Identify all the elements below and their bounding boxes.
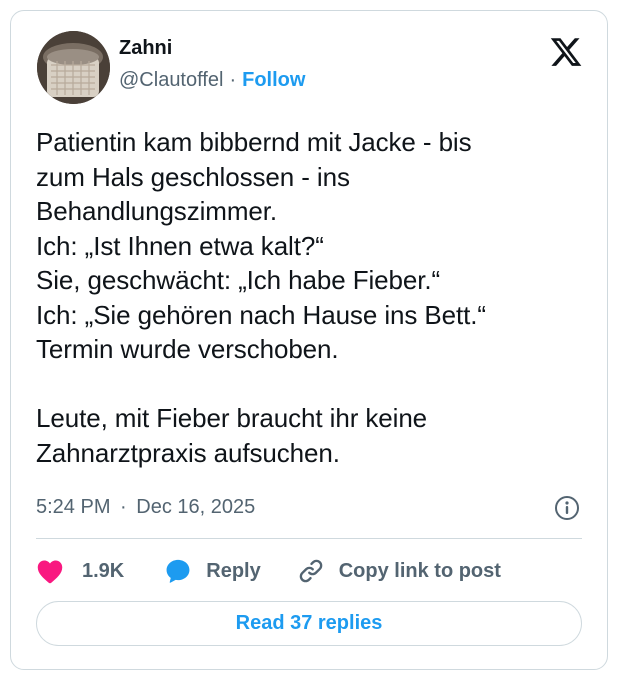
reply-button[interactable]: Reply <box>164 557 261 585</box>
divider <box>36 538 582 539</box>
copy-link-label: Copy link to post <box>338 559 501 582</box>
copy-link-button[interactable]: Copy link to post <box>297 557 501 585</box>
heart-icon <box>36 558 64 584</box>
tweet-card: Zahni @Clautoffel · Follow Patientin kam b… <box>10 10 608 670</box>
avatar[interactable] <box>37 31 110 104</box>
author-handle[interactable]: @Clautoffel <box>119 69 223 91</box>
follow-button[interactable]: Follow <box>242 69 305 91</box>
reply-label: Reply <box>206 559 261 582</box>
reply-bubble-icon <box>164 557 192 585</box>
tweet-time: 5:24 PM <box>36 496 111 518</box>
x-logo-icon[interactable] <box>549 35 583 69</box>
read-replies-button[interactable]: Read 37 replies <box>36 601 582 646</box>
tweet-text: Patientin kam bibbernd mit Jacke - bis z… <box>36 127 486 468</box>
like-button[interactable]: 1.9K <box>36 558 124 584</box>
info-icon[interactable] <box>554 495 580 521</box>
tweet-timestamp[interactable]: 5:24 PM · Dec 16, 2025 <box>36 496 255 519</box>
author-name[interactable]: Zahni <box>119 37 172 60</box>
separator-dot: · <box>229 69 237 91</box>
like-count: 1.9K <box>82 559 125 582</box>
separator-dot: · <box>120 496 127 518</box>
link-icon <box>297 557 325 585</box>
avatar-image <box>37 31 110 104</box>
action-bar: 1.9K Reply Copy link to post <box>36 553 501 589</box>
tweet-date: Dec 16, 2025 <box>136 496 256 518</box>
author-handle-row: @Clautoffel · Follow <box>119 69 305 92</box>
